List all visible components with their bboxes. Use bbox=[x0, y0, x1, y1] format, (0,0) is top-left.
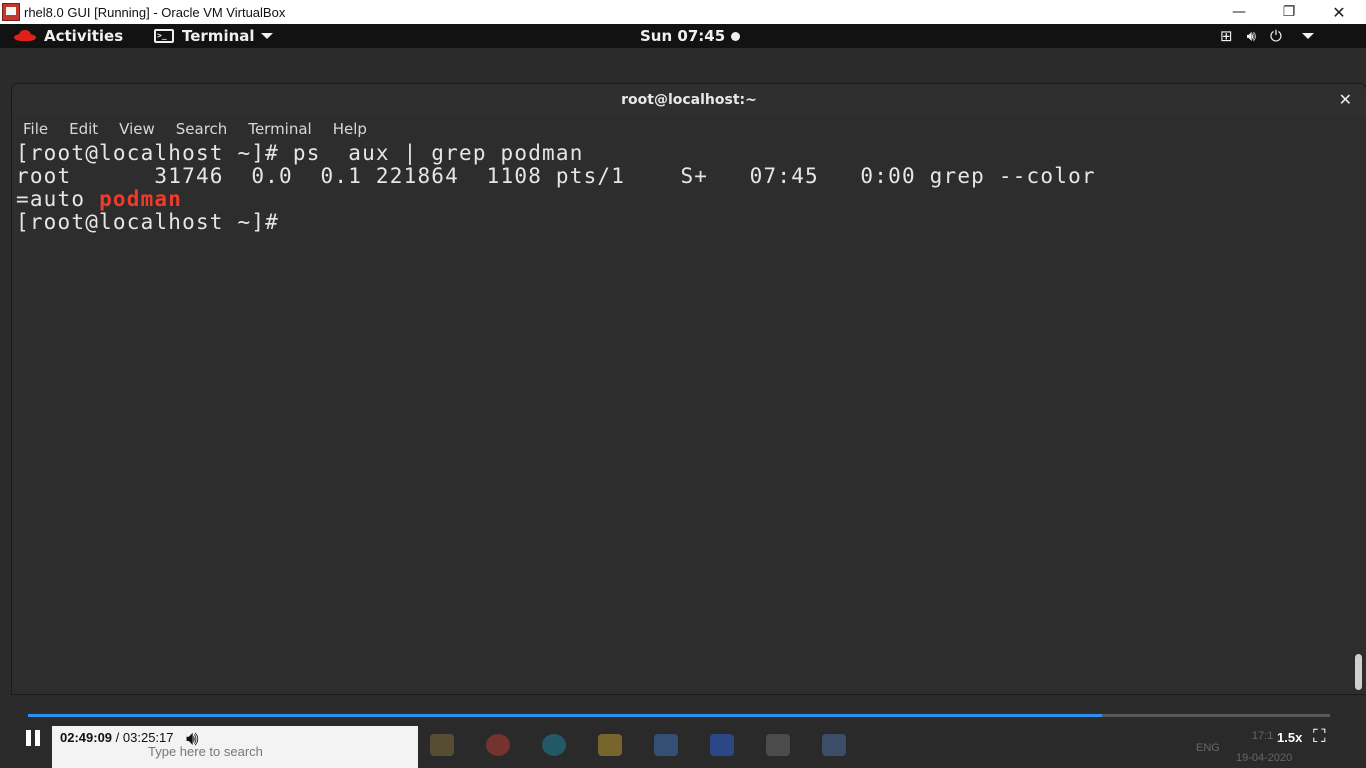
time-display: 02:49:09 / 03:25:17 bbox=[60, 730, 174, 745]
network-icon: ⊞ bbox=[1220, 27, 1233, 45]
video-player-controls: Type here to search 02:49:09 / 03:25:17 … bbox=[0, 720, 1366, 768]
grep-match-highlight: podman bbox=[99, 187, 183, 211]
chevron-down-icon[interactable] bbox=[1301, 33, 1314, 39]
search-placeholder: Type here to search bbox=[148, 744, 263, 759]
redhat-icon bbox=[14, 30, 36, 42]
menu-view[interactable]: View bbox=[119, 120, 155, 138]
terminal-scrollbar[interactable] bbox=[1355, 654, 1362, 690]
language-indicator: ENG bbox=[1196, 742, 1220, 754]
close-window-button[interactable]: ✕ bbox=[1316, 0, 1362, 24]
notification-dot-icon bbox=[731, 31, 741, 41]
activities-label: Activities bbox=[44, 27, 124, 45]
taskbar-icons bbox=[430, 734, 846, 756]
fullscreen-icon[interactable]: ⛶ bbox=[1313, 726, 1326, 747]
time-separator: / bbox=[112, 730, 123, 745]
pause-button[interactable] bbox=[26, 730, 42, 748]
host-window-title: rhel8.0 GUI [Running] - Oracle VM Virtua… bbox=[24, 4, 286, 20]
terminal-close-button[interactable]: ✕ bbox=[1339, 90, 1352, 109]
chevron-down-icon bbox=[260, 33, 273, 39]
minimize-button[interactable]: — bbox=[1216, 0, 1262, 24]
menu-terminal[interactable]: Terminal bbox=[248, 120, 311, 138]
menu-search[interactable]: Search bbox=[176, 120, 228, 138]
menu-file[interactable]: File bbox=[23, 120, 48, 138]
menu-edit[interactable]: Edit bbox=[69, 120, 98, 138]
video-progress-bar[interactable] bbox=[28, 714, 1330, 717]
chrome-icon bbox=[486, 734, 510, 756]
app-menu-button[interactable]: >_ Terminal bbox=[154, 24, 273, 48]
restore-button[interactable]: ❐ bbox=[1266, 0, 1312, 24]
terminal-line: [root@localhost ~]# ps aux | grep podman bbox=[16, 141, 584, 165]
current-time: 02:49:09 bbox=[60, 730, 113, 745]
playback-speed-button[interactable]: 1.5x bbox=[1277, 730, 1302, 745]
terminal-window[interactable]: root@localhost:~ ✕ File Edit View Search… bbox=[12, 84, 1366, 694]
app-icon bbox=[654, 734, 678, 756]
terminal-text: =auto bbox=[16, 187, 100, 211]
virtualbox-taskbar-icon bbox=[822, 734, 846, 756]
clock-button[interactable]: Sun 07:45 bbox=[640, 24, 741, 48]
app-icon bbox=[766, 734, 790, 756]
virtualbox-icon bbox=[2, 3, 20, 21]
volume-button[interactable]: 🔊︎ bbox=[186, 726, 199, 750]
terminal-prompt: [root@localhost ~]# bbox=[16, 210, 280, 234]
terminal-icon: >_ bbox=[154, 29, 174, 43]
taskbar-clock: 17:1 bbox=[1252, 730, 1274, 742]
system-tray[interactable]: ⊞ 🔊︎ ⏻ bbox=[1220, 24, 1314, 48]
terminal-header-bar[interactable]: root@localhost:~ ✕ bbox=[12, 84, 1366, 116]
volume-icon: 🔊︎ bbox=[1246, 27, 1257, 45]
terminal-output[interactable]: [root@localhost ~]# ps aux | grep podman… bbox=[16, 142, 1352, 692]
terminal-line: root 31746 0.0 0.1 221864 1108 pts/1 S+ … bbox=[16, 164, 1096, 188]
taskview-icon bbox=[430, 734, 454, 756]
zoom-icon bbox=[710, 734, 734, 756]
total-time: 03:25:17 bbox=[122, 730, 174, 745]
video-progress-fill bbox=[28, 714, 1103, 717]
terminal-menu-bar: File Edit View Search Terminal Help bbox=[12, 116, 1366, 142]
clock-label: Sun 07:45 bbox=[640, 27, 726, 45]
terminal-line: =auto podman bbox=[16, 188, 1352, 211]
arduino-icon bbox=[542, 734, 566, 756]
power-icon: ⏻ bbox=[1270, 27, 1282, 45]
app-menu-label: Terminal bbox=[182, 27, 255, 45]
host-title-bar: rhel8.0 GUI [Running] - Oracle VM Virtua… bbox=[0, 0, 1366, 24]
menu-help[interactable]: Help bbox=[333, 120, 367, 138]
activities-button[interactable]: Activities bbox=[14, 24, 123, 48]
gnome-top-bar: Activities >_ Terminal Sun 07:45 ⊞ 🔊︎ ⏻ bbox=[0, 24, 1366, 48]
taskbar-date: 19-04-2020 bbox=[1236, 752, 1293, 764]
folder-icon bbox=[598, 734, 622, 756]
terminal-title: root@localhost:~ bbox=[621, 92, 757, 108]
